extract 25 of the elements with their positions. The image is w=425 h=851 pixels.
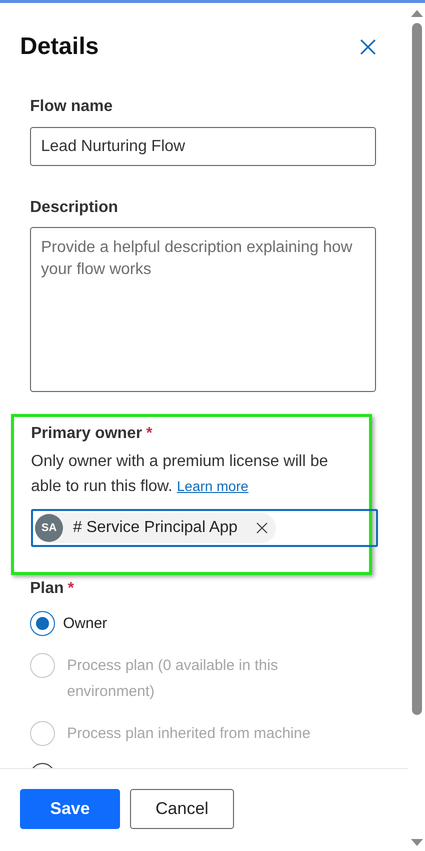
owner-name: # Service Principal App bbox=[73, 518, 238, 538]
field-label: Flow name bbox=[30, 97, 114, 117]
owner-picker[interactable]: SA # Service Principal App bbox=[31, 509, 378, 547]
panel-title: Details bbox=[20, 32, 99, 62]
close-icon[interactable] bbox=[358, 37, 378, 57]
radio-label: Process plan inherited from machine bbox=[66, 724, 312, 744]
radio-label: Process plan (0 available in this environment) bbox=[66, 656, 279, 702]
field-label: Description bbox=[30, 198, 120, 218]
scroll-down-icon[interactable] bbox=[410, 839, 422, 847]
help-text: Only owner with a premium license will be able to run this flow. Learn more bbox=[31, 452, 329, 497]
avatar: SA bbox=[35, 514, 63, 542]
description-input[interactable]: Provide a helpful description explaining how your flow works bbox=[30, 227, 376, 392]
cancel-button[interactable]: Cancel bbox=[130, 789, 234, 829]
required-mark: * bbox=[68, 579, 74, 599]
remove-icon[interactable] bbox=[256, 522, 268, 534]
learn-more-link[interactable]: Learn more bbox=[176, 478, 248, 494]
radio-button[interactable] bbox=[30, 611, 55, 636]
field-label: Plan bbox=[30, 579, 64, 599]
radio-label: Owner bbox=[63, 614, 108, 634]
required-mark: * bbox=[146, 424, 152, 444]
scrollbar-thumb[interactable] bbox=[412, 23, 422, 715]
field-label: Primary owner bbox=[31, 424, 142, 444]
flow-name-input[interactable]: Lead Nurturing Flow bbox=[30, 127, 376, 166]
scroll-up-icon[interactable] bbox=[410, 9, 422, 17]
save-button[interactable]: Save bbox=[20, 789, 120, 829]
